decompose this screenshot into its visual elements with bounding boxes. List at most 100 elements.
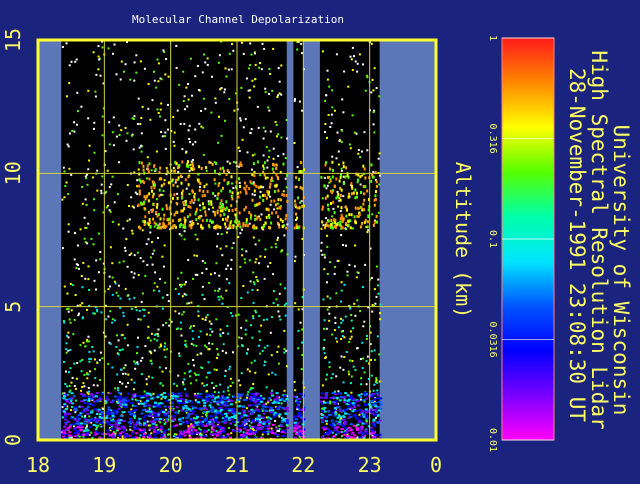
speckle-point: [134, 367, 137, 370]
speckle-point: [139, 318, 142, 321]
boundary-layer-point: [356, 399, 360, 402]
speckle-point: [229, 162, 231, 165]
boundary-layer-point: [100, 411, 104, 414]
speckle-point: [283, 329, 286, 332]
speckle-point: [328, 365, 331, 368]
cirrus-point: [281, 225, 284, 229]
boundary-layer-point: [364, 411, 368, 414]
cirrus-point: [337, 192, 340, 196]
speckle-point: [154, 271, 157, 274]
speckle-point: [76, 244, 79, 247]
speckle-point: [211, 330, 214, 333]
boundary-layer-point: [117, 422, 121, 425]
speckle-point: [75, 267, 78, 269]
speckle-point: [93, 198, 96, 201]
boundary-layer-point: [231, 429, 235, 432]
boundary-layer-point: [332, 435, 336, 438]
speckle-point: [378, 353, 381, 356]
speckle-point: [165, 58, 168, 60]
boundary-layer-point: [242, 412, 246, 415]
cirrus-point: [143, 200, 146, 204]
speckle-point: [183, 283, 186, 286]
boundary-layer-point: [180, 409, 184, 412]
boundary-layer-point: [266, 405, 270, 408]
speckle-point: [94, 90, 97, 93]
boundary-layer-point: [358, 436, 362, 439]
boundary-layer-point: [363, 430, 367, 433]
boundary-layer-point: [216, 431, 220, 434]
cirrus-point: [245, 220, 248, 224]
boundary-layer-point: [179, 434, 183, 437]
speckle-point: [185, 293, 188, 296]
speckle-point: [358, 413, 361, 416]
speckle-point: [93, 279, 96, 282]
speckle-point: [366, 231, 369, 234]
boundary-layer-point: [251, 403, 255, 406]
speckle-point: [373, 349, 376, 352]
speckle-point: [216, 245, 218, 248]
boundary-layer-point: [344, 427, 348, 430]
boundary-layer-point: [293, 421, 297, 424]
cirrus-point: [330, 202, 332, 205]
boundary-layer-point: [106, 398, 110, 401]
cirrus-point: [195, 218, 198, 222]
boundary-layer-point: [144, 424, 148, 427]
speckle-point: [226, 264, 229, 267]
speckle-point: [75, 399, 77, 402]
boundary-layer-point: [166, 412, 170, 415]
cirrus-point: [161, 207, 164, 211]
speckle-point: [346, 274, 349, 277]
cirrus-point: [340, 188, 343, 192]
speckle-point: [223, 88, 226, 91]
speckle-point: [101, 115, 104, 118]
boundary-layer-point: [122, 429, 126, 432]
speckle-point: [145, 243, 148, 245]
speckle-point: [165, 167, 168, 170]
boundary-layer-point: [107, 423, 111, 426]
speckle-point: [280, 250, 283, 253]
boundary-layer-point: [241, 433, 245, 436]
cirrus-point: [265, 207, 268, 211]
speckle-point: [153, 338, 156, 341]
cirrus-point: [231, 191, 234, 195]
speckle-point: [356, 62, 359, 65]
boundary-layer-point: [254, 431, 258, 434]
speckle-point: [223, 91, 226, 94]
cirrus-point: [366, 189, 369, 193]
speckle-point: [372, 389, 375, 392]
speckle-point: [230, 267, 233, 270]
speckle-point: [231, 182, 234, 185]
cirrus-point: [187, 205, 190, 208]
boundary-layer-point: [215, 412, 219, 414]
speckle-point: [184, 340, 187, 342]
speckle-point: [116, 334, 118, 337]
speckle-point: [197, 373, 200, 376]
speckle-point: [272, 302, 275, 305]
boundary-layer-point: [224, 419, 227, 422]
speckle-point: [353, 265, 356, 268]
speckle-point: [190, 325, 192, 328]
boundary-layer-point: [267, 399, 271, 402]
y-tick-label: 5: [1, 301, 25, 313]
boundary-layer-point: [131, 393, 135, 396]
speckle-point: [117, 353, 120, 356]
boundary-layer-point: [204, 417, 208, 420]
speckle-point: [356, 347, 358, 350]
speckle-point: [323, 327, 325, 330]
speckle-point: [117, 223, 120, 226]
speckle-point: [218, 115, 220, 118]
speckle-point: [252, 317, 255, 320]
speckle-point: [196, 392, 199, 395]
speckle-point: [325, 187, 328, 190]
speckle-point: [182, 100, 185, 102]
speckle-point: [323, 256, 326, 259]
speckle-point: [158, 290, 161, 293]
boundary-layer-point: [106, 432, 110, 435]
speckle-point: [160, 78, 163, 81]
speckle-point: [351, 227, 354, 230]
speckle-point: [259, 352, 262, 355]
cirrus-point: [366, 220, 369, 224]
cirrus-point: [142, 168, 145, 172]
boundary-layer-point: [358, 420, 361, 423]
speckle-point: [254, 78, 257, 80]
